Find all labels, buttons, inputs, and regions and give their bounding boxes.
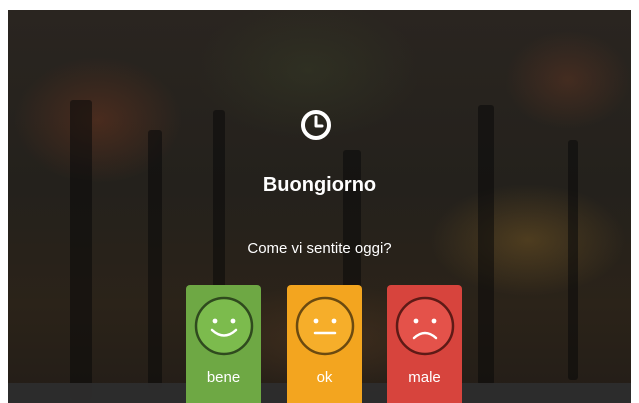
- mood-label: bene: [206, 369, 241, 386]
- greeting-title: Buongiorno: [262, 174, 377, 196]
- neutral-face-icon: [295, 296, 355, 356]
- mood-label: male: [408, 369, 441, 386]
- mood-label: ok: [316, 369, 333, 386]
- sad-face-icon: [395, 296, 455, 356]
- mood-button-male[interactable]: male: [387, 285, 462, 403]
- clock-icon: [301, 110, 331, 140]
- happy-face-icon: [194, 296, 254, 356]
- tree-trunk: [148, 130, 162, 390]
- mood-question: Come vi sentite oggi?: [247, 240, 392, 257]
- mood-button-ok[interactable]: ok: [287, 285, 362, 403]
- mood-button-bene[interactable]: bene: [186, 285, 261, 403]
